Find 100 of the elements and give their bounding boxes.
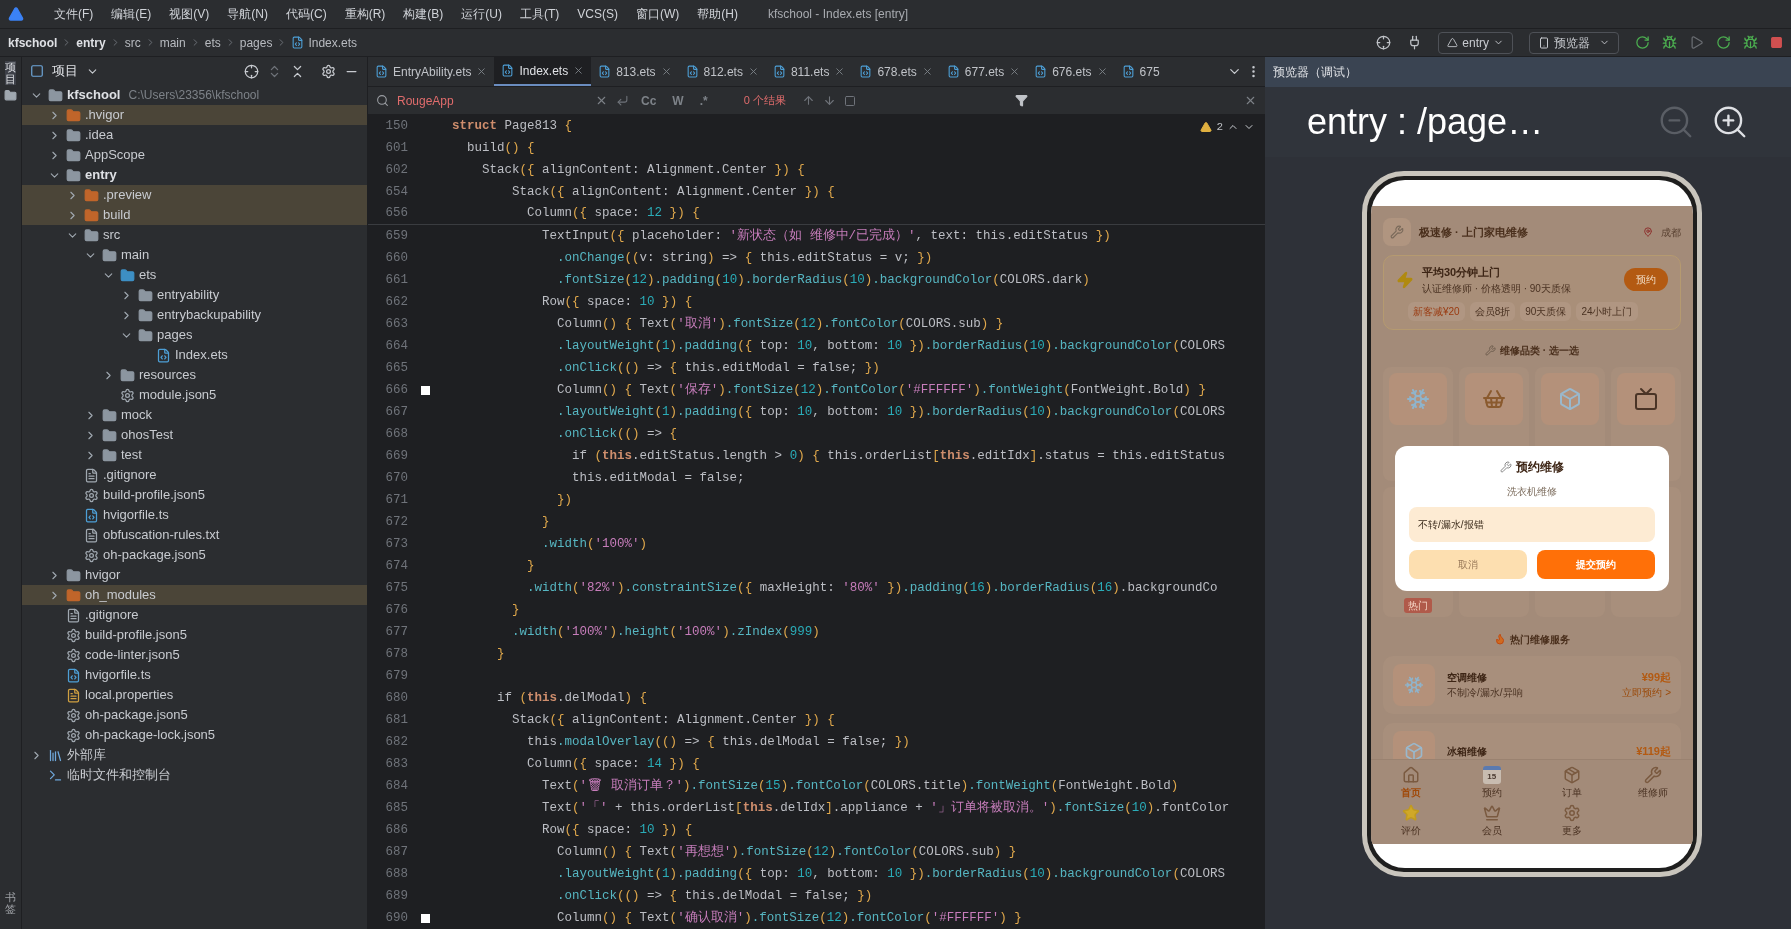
book-button[interactable]: 预约 (1624, 268, 1668, 292)
editor-tab[interactable]: EntryAbility.ets (368, 57, 495, 86)
close-icon[interactable] (476, 66, 488, 77)
nav-item[interactable]: 维修师 (1612, 766, 1693, 800)
editor-tab[interactable]: 812.ets (678, 57, 766, 86)
search-option[interactable]: Cc (637, 91, 661, 110)
search-field[interactable]: RougeApp (397, 91, 587, 110)
menu-item[interactable]: 代码(C) (278, 5, 335, 23)
service-card[interactable]: 冰箱维修 ¥119起 (1383, 722, 1681, 759)
search-option[interactable]: W (668, 91, 688, 110)
nav-item[interactable]: 订单 (1532, 766, 1613, 800)
menu-item[interactable]: 重构(R) (336, 5, 394, 23)
tree-item[interactable]: AppScope (22, 145, 367, 165)
close-icon[interactable] (573, 65, 585, 76)
menu-item[interactable]: 工具(T) (512, 5, 568, 23)
tree-item[interactable]: test (22, 445, 367, 465)
nav-item[interactable]: 更多 (1532, 804, 1613, 838)
close-icon[interactable] (1244, 94, 1257, 107)
menu-item[interactable]: 视图(V) (161, 5, 218, 23)
menu-item[interactable]: 帮助(H) (689, 5, 746, 23)
tree-item[interactable]: mock (22, 405, 367, 425)
menu-item[interactable]: 编辑(E) (103, 5, 160, 23)
breadcrumb-item[interactable]: ets (204, 33, 221, 52)
tree-item[interactable]: obfuscation-rules.txt (22, 525, 367, 545)
filter-icon[interactable] (1015, 94, 1028, 107)
tree-item[interactable]: ets (22, 265, 367, 285)
menu-item[interactable]: 运行(U) (453, 5, 510, 23)
tree-item[interactable]: kfschool C:\Users\23356\kfschool (22, 85, 367, 105)
nav-item[interactable]: 评价 (1371, 804, 1452, 838)
bookmarks-tool-tab[interactable]: 书签 (5, 890, 16, 915)
debug-icon[interactable] (1662, 35, 1677, 50)
previous-icon[interactable] (801, 94, 815, 107)
locate-icon[interactable] (244, 63, 259, 79)
editor-tab[interactable]: 678.ets (852, 57, 940, 86)
settings-icon[interactable] (321, 63, 336, 79)
tree-item[interactable]: hvigor (22, 565, 367, 585)
editor-tab[interactable]: Index.ets (494, 57, 592, 86)
clear-icon[interactable] (595, 94, 608, 107)
device-dropdown[interactable]: 预览器 (1529, 31, 1619, 54)
tree-item[interactable]: oh-package.json5 (22, 705, 367, 725)
menu-item[interactable]: 文件(F) (46, 5, 102, 23)
breadcrumb-item[interactable]: main (159, 33, 186, 52)
stop-icon[interactable] (1770, 36, 1783, 49)
editor-tab[interactable]: 677.ets (939, 57, 1028, 86)
tree-item[interactable]: build (22, 205, 367, 225)
editor-tab[interactable]: 675 (1114, 57, 1167, 86)
tree-item[interactable]: .gitignore (22, 465, 367, 485)
editor-tab[interactable]: 811.ets (765, 57, 853, 86)
reload-icon[interactable] (1716, 35, 1731, 50)
tree-item[interactable]: entryability (22, 285, 367, 305)
search-option[interactable]: .* (695, 91, 712, 110)
menu-item[interactable]: VCS(S) (569, 5, 626, 23)
tree-item[interactable]: local.properties (22, 685, 367, 705)
project-tool-tab[interactable]: 项目 (5, 61, 16, 86)
close-icon[interactable] (1009, 66, 1021, 77)
close-icon[interactable] (921, 66, 933, 77)
tree-item[interactable]: oh-package-lock.json5 (22, 725, 367, 745)
menu-item[interactable]: 窗口(W) (628, 5, 688, 23)
issue-input[interactable]: 不转/漏水/报错 (1409, 507, 1655, 542)
next-icon[interactable] (822, 94, 836, 107)
tree-item[interactable]: src (22, 225, 367, 245)
bookmark-icon[interactable] (420, 913, 430, 923)
tree-item[interactable]: .preview (22, 185, 367, 205)
nav-item[interactable]: 15 预约 (1451, 766, 1532, 800)
run-config-dropdown[interactable]: entry (1438, 31, 1513, 54)
breadcrumb-item[interactable]: pages (239, 33, 273, 52)
tree-item[interactable]: hvigorfile.ts (22, 505, 367, 525)
close-icon[interactable] (834, 66, 846, 77)
warning-count[interactable]: 2 (1216, 119, 1223, 136)
tree-item[interactable]: build-profile.json5 (22, 485, 367, 505)
service-card[interactable]: 空调维修 不制冷/漏水/异响 ¥99起 立即预约 > (1383, 655, 1681, 714)
tree-item[interactable]: ohosTest (22, 425, 367, 445)
editor-tab[interactable]: 676.ets (1027, 57, 1115, 86)
bookmark-icon[interactable] (420, 385, 430, 395)
close-icon[interactable] (1096, 66, 1108, 77)
tree-item[interactable]: oh_modules (22, 585, 367, 605)
breadcrumb-item[interactable]: src (124, 33, 141, 52)
tree-item[interactable]: .hvigor (22, 105, 367, 125)
menu-item[interactable]: 导航(N) (219, 5, 276, 23)
tree-item[interactable]: .idea (22, 125, 367, 145)
tree-item[interactable]: hvigorfile.ts (22, 665, 367, 685)
rerun-icon[interactable] (1635, 35, 1650, 50)
tree-item[interactable]: 外部库 (22, 745, 367, 765)
breadcrumb-item[interactable]: Index.ets (308, 33, 358, 52)
tree-item[interactable]: Index.ets (22, 345, 367, 365)
close-icon[interactable] (747, 66, 759, 77)
tree-item[interactable]: pages (22, 325, 367, 345)
tree-item[interactable]: entrybackupability (22, 305, 367, 325)
tree-item[interactable]: main (22, 245, 367, 265)
editor-tab[interactable]: 813.ets (591, 57, 679, 86)
tree-item[interactable]: module.json5 (22, 385, 367, 405)
breadcrumb-item[interactable]: kfschool (8, 33, 58, 52)
nav-item[interactable]: 会员 (1451, 804, 1532, 838)
breadcrumb-item[interactable]: entry (76, 33, 106, 52)
menu-item[interactable]: 构建(B) (395, 5, 452, 23)
tree-item[interactable]: .gitignore (22, 605, 367, 625)
tree-item[interactable]: entry (22, 165, 367, 185)
target-icon[interactable] (1376, 35, 1392, 50)
close-icon[interactable] (660, 66, 672, 77)
newline-icon[interactable] (616, 94, 629, 107)
